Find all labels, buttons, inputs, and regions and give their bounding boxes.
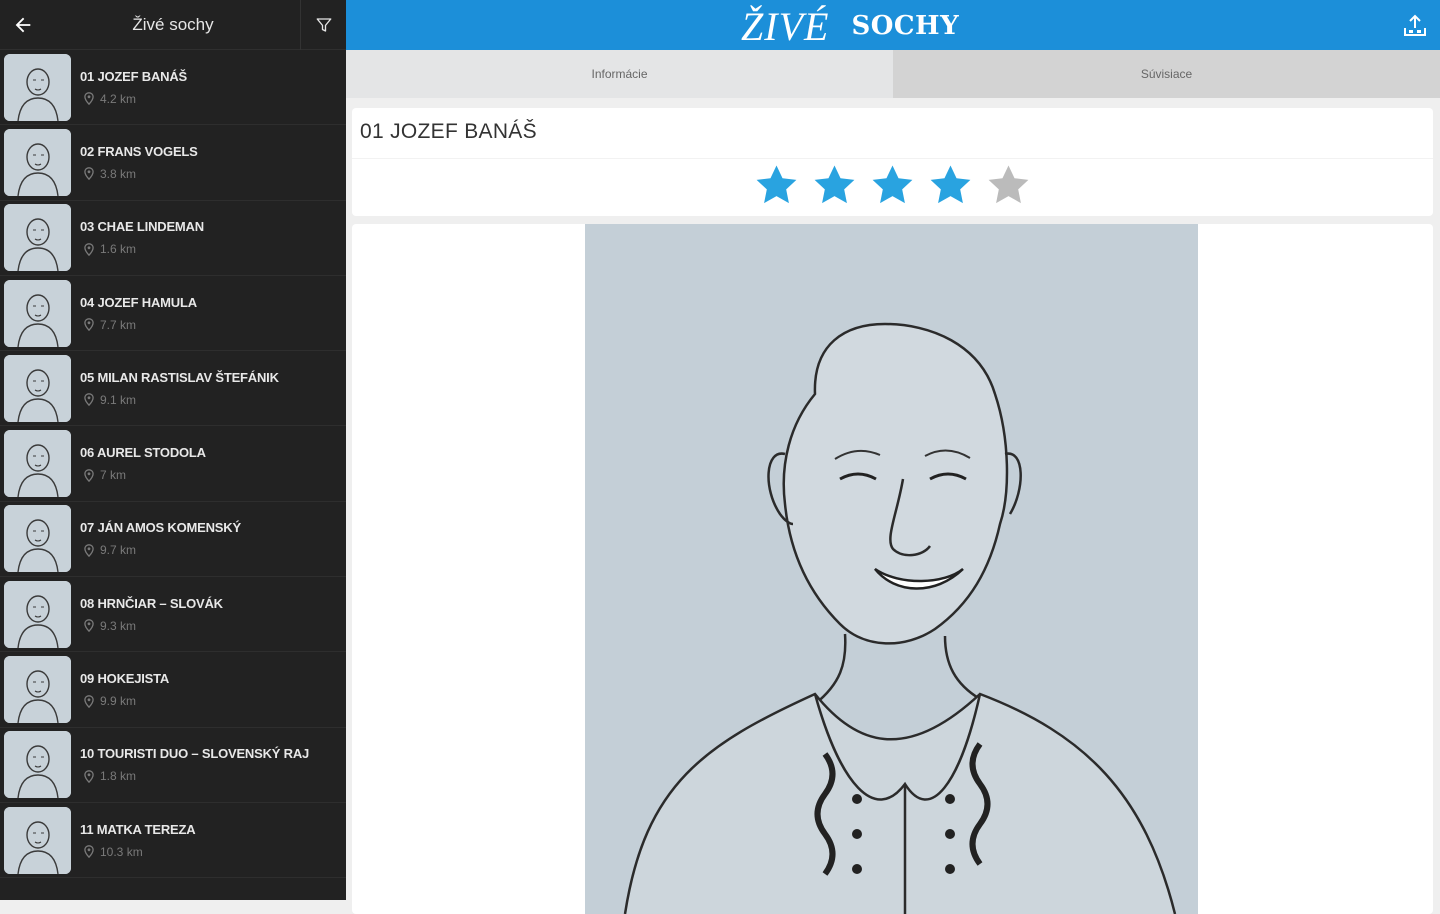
statue-thumbnail bbox=[4, 204, 71, 272]
statue-distance: 7 km bbox=[100, 468, 127, 483]
statue-distance: 9.3 km bbox=[100, 618, 137, 633]
statue-name: 04 JOZEF HAMULA bbox=[80, 294, 197, 310]
list-item[interactable]: 03 CHAE LINDEMAN 1.6 km bbox=[0, 201, 346, 276]
detail-header-card: 01 JOZEF BANÁŠ bbox=[352, 108, 1433, 216]
statue-list: 01 JOZEF BANÁŠ 4.2 km 02 FRANS VOGELS 3.… bbox=[0, 50, 346, 879]
statue-name: 05 MILAN RASTISLAV ŠTEFÁNIK bbox=[80, 369, 279, 385]
list-item[interactable]: 10 TOURISTI DUO – SLOVENSKÝ RAJ 1.8 km bbox=[0, 728, 346, 803]
statue-thumbnail bbox=[4, 580, 71, 648]
sidebar-header: Živé sochy bbox=[0, 0, 346, 50]
tab-informacie[interactable]: Informácie bbox=[346, 50, 893, 98]
statue-name: 10 TOURISTI DUO – SLOVENSKÝ RAJ bbox=[80, 746, 310, 762]
rating-stars[interactable] bbox=[352, 164, 1433, 206]
statue-distance: 7.7 km bbox=[100, 317, 137, 332]
arrow-left-icon bbox=[15, 17, 31, 32]
list-item[interactable]: 01 JOZEF BANÁŠ 4.2 km bbox=[0, 50, 346, 126]
statue-portrait-image bbox=[585, 224, 1198, 914]
star-filled-icon[interactable] bbox=[754, 164, 799, 206]
location-pin-icon bbox=[84, 468, 94, 482]
statue-thumbnail bbox=[4, 354, 71, 422]
statue-thumbnail bbox=[4, 53, 71, 121]
share-icon bbox=[1404, 14, 1426, 36]
statue-name: 08 HRNČIAR – SLOVÁK bbox=[80, 595, 223, 611]
statue-thumbnail bbox=[4, 731, 71, 799]
statue-name: 02 FRANS VOGELS bbox=[80, 143, 198, 159]
list-item[interactable]: 11 MATKA TEREZA 10.3 km bbox=[0, 803, 346, 879]
location-pin-icon bbox=[84, 92, 94, 106]
statue-name: 07 JÁN AMOS KOMENSKÝ bbox=[80, 520, 241, 536]
statue-name: 09 HOKEJISTA bbox=[80, 671, 170, 687]
list-item[interactable]: 04 JOZEF HAMULA 7.7 km bbox=[0, 276, 346, 352]
filter-button[interactable] bbox=[300, 0, 346, 50]
list-item[interactable]: 06 AUREL STODOLA 7 km bbox=[0, 426, 346, 502]
statue-distance: 1.8 km bbox=[100, 769, 137, 784]
statue-distance: 1.6 km bbox=[100, 242, 137, 257]
star-empty-icon[interactable] bbox=[986, 164, 1031, 206]
statue-list-panel: Živé sochy 01 JOZEF BANÁŠ 4.2 km 02 FRAN… bbox=[0, 0, 346, 900]
list-item[interactable]: 02 FRANS VOGELS 3.8 km bbox=[0, 125, 346, 201]
statue-thumbnail bbox=[4, 128, 71, 196]
statue-distance: 9.1 km bbox=[100, 392, 137, 407]
statue-image-card bbox=[352, 224, 1433, 914]
statue-name: 01 JOZEF BANÁŠ bbox=[80, 68, 188, 84]
statue-name: 03 CHAE LINDEMAN bbox=[80, 219, 204, 235]
statue-name: 06 AUREL STODOLA bbox=[80, 445, 206, 461]
star-filled-icon[interactable] bbox=[870, 164, 915, 206]
statue-thumbnail bbox=[4, 430, 71, 498]
star-filled-icon[interactable] bbox=[812, 164, 857, 206]
location-pin-icon bbox=[84, 242, 94, 256]
star-filled-icon[interactable] bbox=[928, 164, 973, 206]
filter-icon bbox=[316, 17, 331, 32]
app-header: ŽIVÉ SOCHY bbox=[346, 0, 1440, 50]
list-item[interactable]: 05 MILAN RASTISLAV ŠTEFÁNIK 9.1 km bbox=[0, 351, 346, 427]
list-item[interactable]: 08 HRNČIAR – SLOVÁK 9.3 km bbox=[0, 577, 346, 653]
location-pin-icon bbox=[84, 167, 94, 181]
location-pin-icon bbox=[84, 393, 94, 407]
divider bbox=[352, 158, 1433, 159]
list-item[interactable]: 09 HOKEJISTA 9.9 km bbox=[0, 652, 346, 728]
location-pin-icon bbox=[84, 318, 94, 332]
list-item[interactable]: 07 JÁN AMOS KOMENSKÝ 9.7 km bbox=[0, 502, 346, 578]
statue-distance: 10.3 km bbox=[100, 844, 143, 859]
statue-thumbnail bbox=[4, 279, 71, 347]
app-logo: ŽIVÉ SOCHY bbox=[741, 3, 960, 49]
statue-distance: 9.7 km bbox=[100, 543, 137, 558]
statue-thumbnail bbox=[4, 656, 71, 724]
back-button[interactable] bbox=[0, 0, 46, 50]
location-pin-icon bbox=[84, 694, 94, 708]
location-pin-icon bbox=[84, 544, 94, 557]
tab-suvisiace[interactable]: Súvisiace bbox=[893, 50, 1440, 98]
sidebar-title: Živé sochy bbox=[132, 14, 214, 34]
statue-distance: 9.9 km bbox=[100, 694, 137, 709]
statue-name: 11 MATKA TEREZA bbox=[80, 821, 196, 837]
statue-thumbnail bbox=[4, 505, 71, 573]
detail-tabs: Informácie Súvisiace bbox=[346, 50, 1440, 98]
statue-distance: 3.8 km bbox=[100, 166, 137, 181]
statue-title: 01 JOZEF BANÁŠ bbox=[360, 120, 537, 143]
share-button[interactable] bbox=[1400, 10, 1430, 40]
logo-primary: ŽIVÉ bbox=[741, 3, 830, 49]
location-pin-icon bbox=[84, 769, 94, 783]
location-pin-icon bbox=[84, 845, 94, 859]
statue-thumbnail bbox=[4, 806, 71, 874]
statue-distance: 4.2 km bbox=[100, 91, 137, 106]
location-pin-icon bbox=[84, 619, 94, 633]
logo-secondary: SOCHY bbox=[851, 11, 960, 41]
